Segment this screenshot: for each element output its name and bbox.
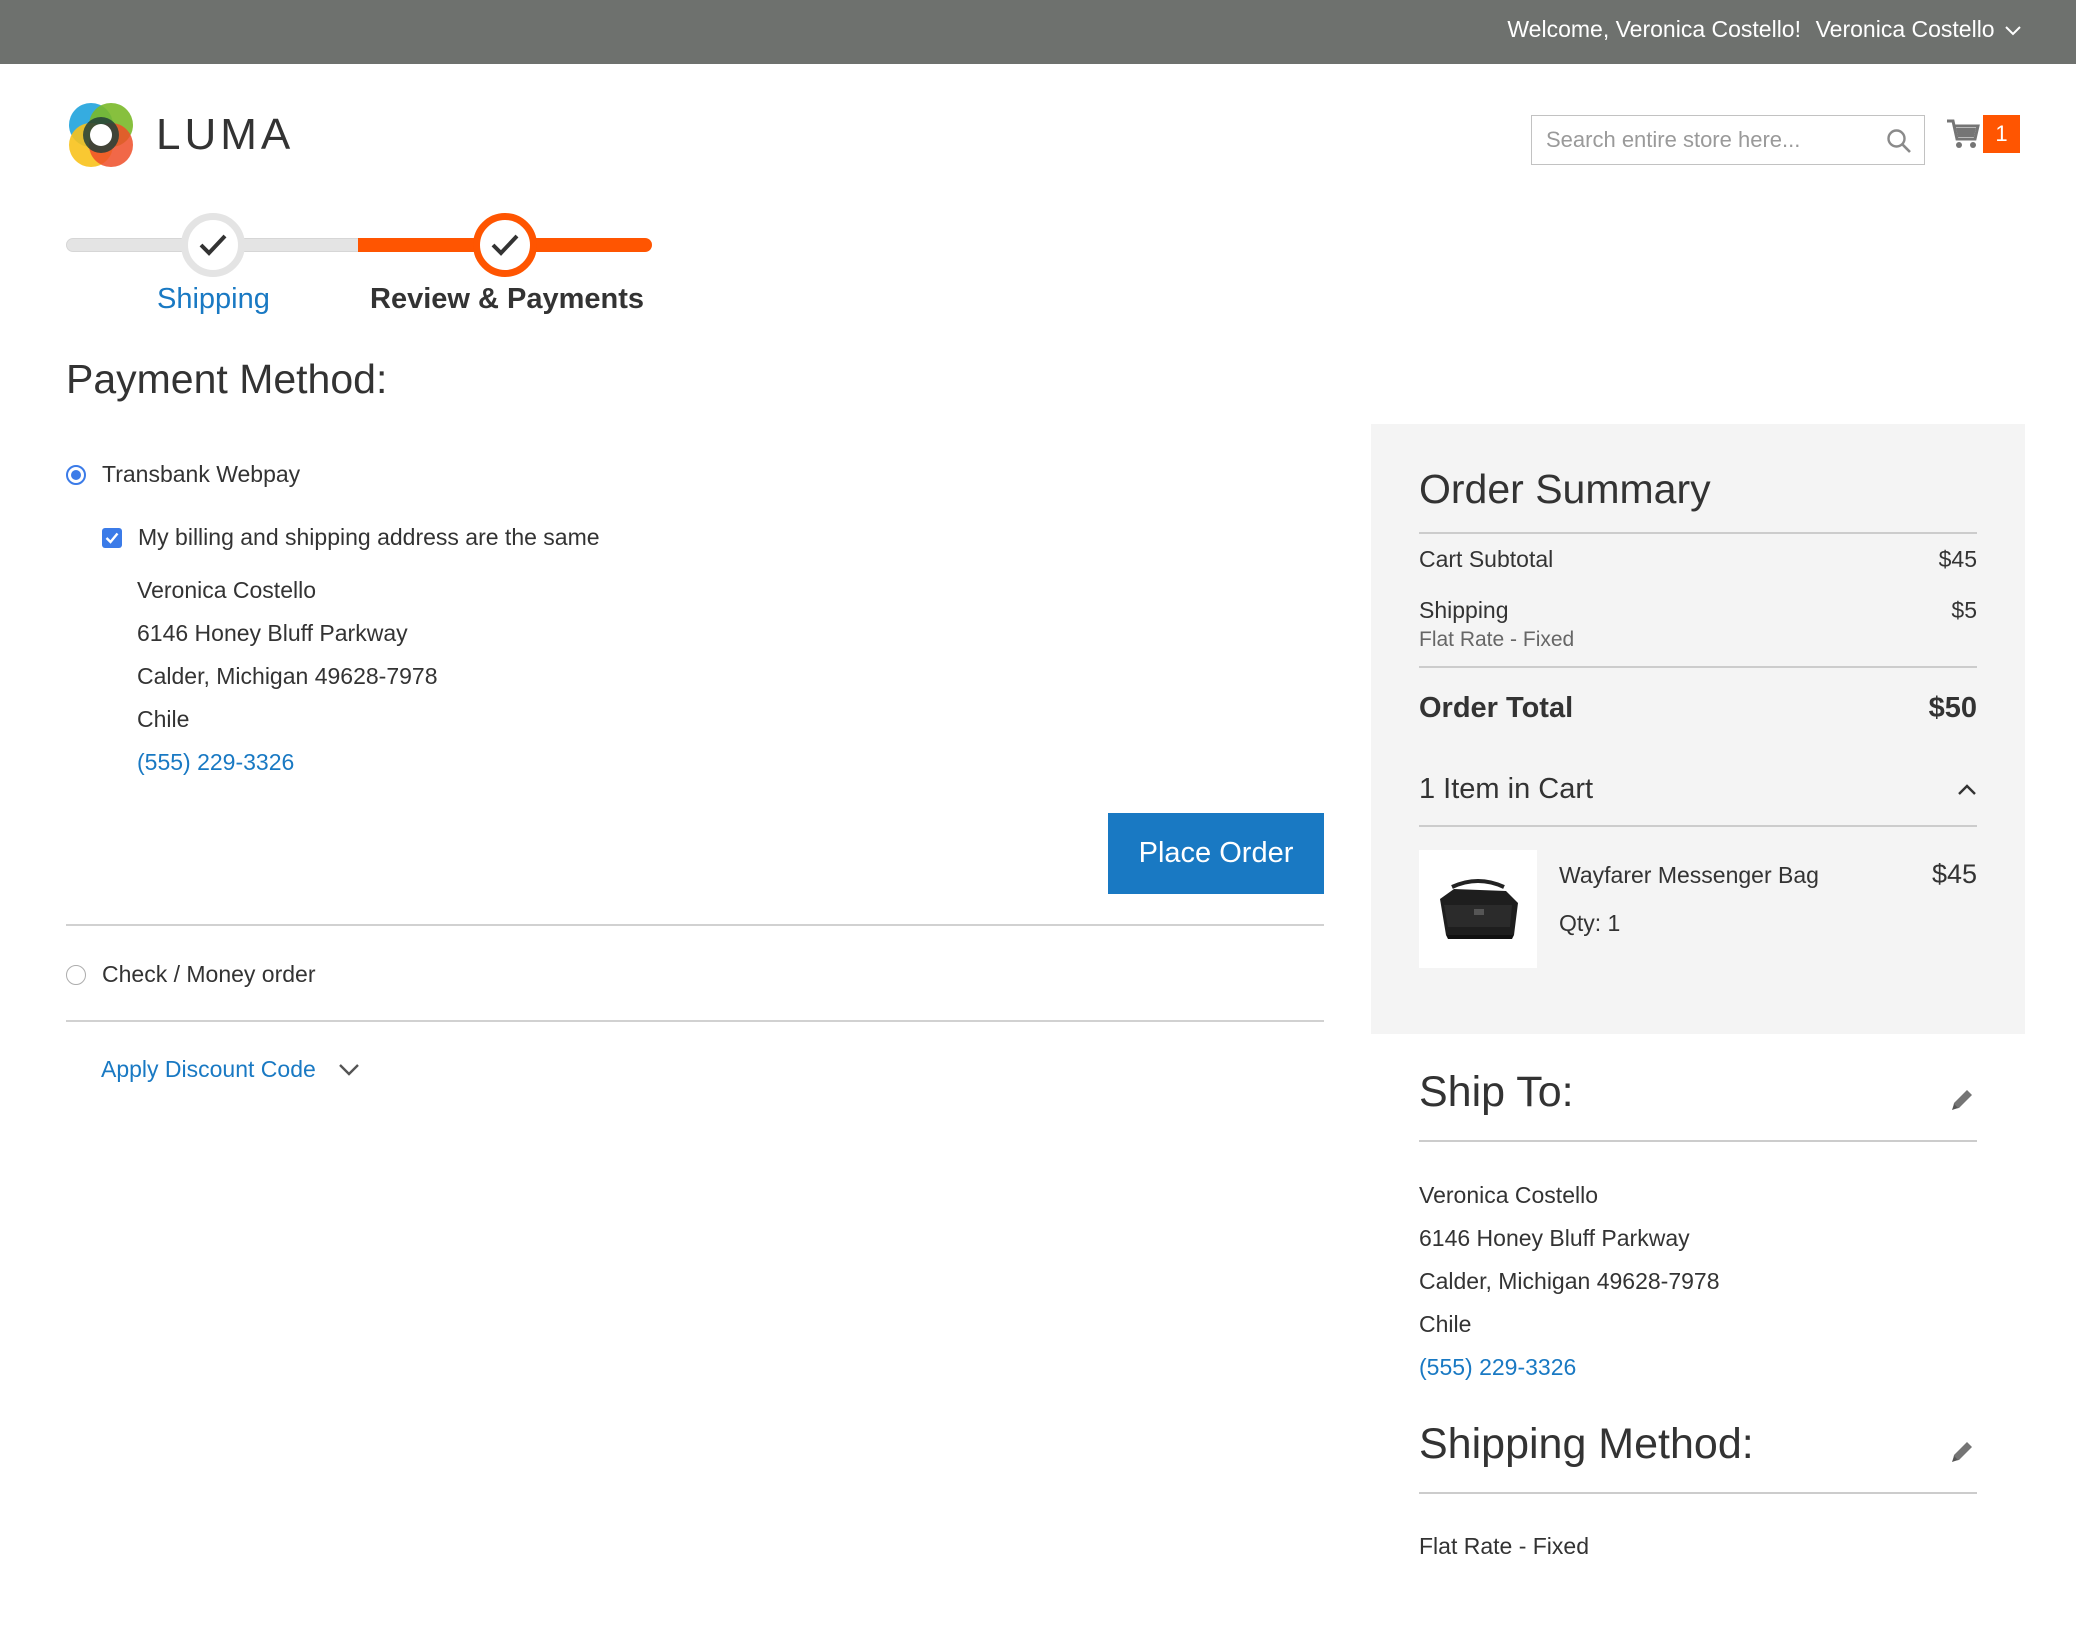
items-in-cart-toggle[interactable]: 1 Item in Cart [1419, 773, 1977, 806]
billing-name: Veronica Costello [137, 577, 316, 603]
ship-to-name: Veronica Costello [1419, 1182, 1598, 1208]
ship-to-title: Ship To: [1419, 1068, 1574, 1116]
billing-street: 6146 Honey Bluff Parkway [137, 620, 408, 646]
billing-city: Calder, Michigan 49628-7978 [137, 663, 438, 689]
billing-address: Veronica Costello 6146 Honey Bluff Parkw… [137, 569, 437, 784]
chevron-down-icon [2005, 26, 2021, 36]
subtotal-row: Cart Subtotal $45 [1419, 546, 1977, 573]
apply-discount-toggle[interactable]: Apply Discount Code [101, 1056, 360, 1083]
divider [66, 1020, 1324, 1022]
order-summary-title: Order Summary [1419, 466, 1711, 512]
divider [1419, 1492, 1977, 1494]
ship-to-country: Chile [1419, 1311, 1472, 1337]
billing-same-label: My billing and shipping address are the … [138, 524, 600, 550]
cart-icon [1947, 119, 1980, 148]
divider [1419, 666, 1977, 668]
billing-same-checkbox-row[interactable]: My billing and shipping address are the … [102, 524, 600, 551]
step-shipping-marker [181, 213, 245, 277]
cart-counter: 1 [1983, 115, 2020, 153]
shipping-row: Shipping $5 [1419, 597, 1977, 624]
apply-discount-label: Apply Discount Code [101, 1056, 316, 1082]
shipping-method-value: Flat Rate - Fixed [1419, 1533, 1589, 1559]
edit-pencil-icon[interactable] [1949, 1087, 1975, 1113]
product-price: $45 [1931, 859, 1977, 889]
edit-pencil-icon[interactable] [1949, 1439, 1975, 1465]
divider [66, 924, 1324, 926]
payment-option-transbank[interactable]: Transbank Webpay [66, 461, 300, 488]
divider [1419, 1140, 1977, 1142]
search-box [1531, 115, 1925, 165]
chevron-up-icon [1958, 784, 1976, 795]
checkmark-icon [491, 234, 519, 256]
step-review-marker [473, 213, 537, 277]
order-total-row: Order Total $50 [1419, 692, 1977, 725]
search-input[interactable] [1532, 116, 1924, 164]
product-qty: Qty: 1 [1559, 910, 1621, 936]
shipping-method-title: Shipping Method: [1419, 1420, 1754, 1468]
store-logo[interactable]: LUMA [66, 100, 294, 170]
payment-option-checkmo[interactable]: Check / Money order [66, 961, 315, 988]
ship-to-street: 6146 Honey Bluff Parkway [1419, 1225, 1690, 1251]
product-name: Wayfarer Messenger Bag [1559, 862, 1819, 888]
divider [1419, 532, 1977, 534]
logo-text: LUMA [156, 110, 295, 159]
search-icon[interactable] [1886, 128, 1912, 154]
checkmo-label: Check / Money order [102, 961, 316, 987]
account-menu[interactable]: Veronica Costello [1816, 16, 2021, 43]
account-name: Veronica Costello [1815, 16, 1995, 42]
transbank-radio[interactable] [66, 464, 86, 485]
step-review-label: Review & Payments [370, 283, 645, 315]
checkout-progress: Shipping Review & Payments [66, 207, 652, 325]
checkmark-icon [105, 532, 119, 544]
chevron-down-icon [338, 1063, 359, 1076]
place-order-button[interactable]: Place Order [1108, 813, 1324, 894]
product-thumbnail [1419, 850, 1537, 968]
divider [1419, 825, 1977, 827]
order-summary: Order Summary Cart Subtotal $45 Shipping… [1371, 424, 2025, 1034]
subtotal-label: Cart Subtotal [1419, 546, 1554, 572]
subtotal-value: $45 [1938, 546, 1977, 572]
luma-logo-icon [69, 103, 133, 167]
shipping-method-note: Flat Rate - Fixed [1419, 628, 1575, 651]
step-shipping-link[interactable]: Shipping [157, 283, 270, 316]
order-total-value: $50 [1928, 692, 1977, 724]
billing-phone-link[interactable]: (555) 229-3326 [137, 741, 437, 784]
messenger-bag-image [1440, 879, 1518, 939]
ship-to-phone-link[interactable]: (555) 229-3326 [1419, 1346, 1719, 1389]
top-bar: Welcome, Veronica Costello! Veronica Cos… [0, 0, 2076, 64]
ship-to-address: Veronica Costello 6146 Honey Bluff Parkw… [1419, 1174, 1719, 1389]
checkmo-radio[interactable] [66, 964, 86, 985]
minicart[interactable]: 1 [1945, 115, 2020, 153]
billing-same-checkbox[interactable] [102, 527, 122, 548]
ship-to-city: Calder, Michigan 49628-7978 [1419, 1268, 1720, 1294]
order-total-label: Order Total [1419, 692, 1574, 724]
shipping-label: Shipping [1419, 597, 1509, 623]
checkmark-icon [199, 234, 227, 256]
payment-method-title: Payment Method: [66, 356, 388, 402]
billing-country: Chile [137, 706, 190, 732]
items-in-cart-label: 1 Item in Cart [1419, 773, 1594, 805]
welcome-message: Welcome, Veronica Costello! [1507, 16, 1801, 42]
shipping-value: $5 [1951, 597, 1977, 623]
transbank-label: Transbank Webpay [102, 461, 301, 487]
